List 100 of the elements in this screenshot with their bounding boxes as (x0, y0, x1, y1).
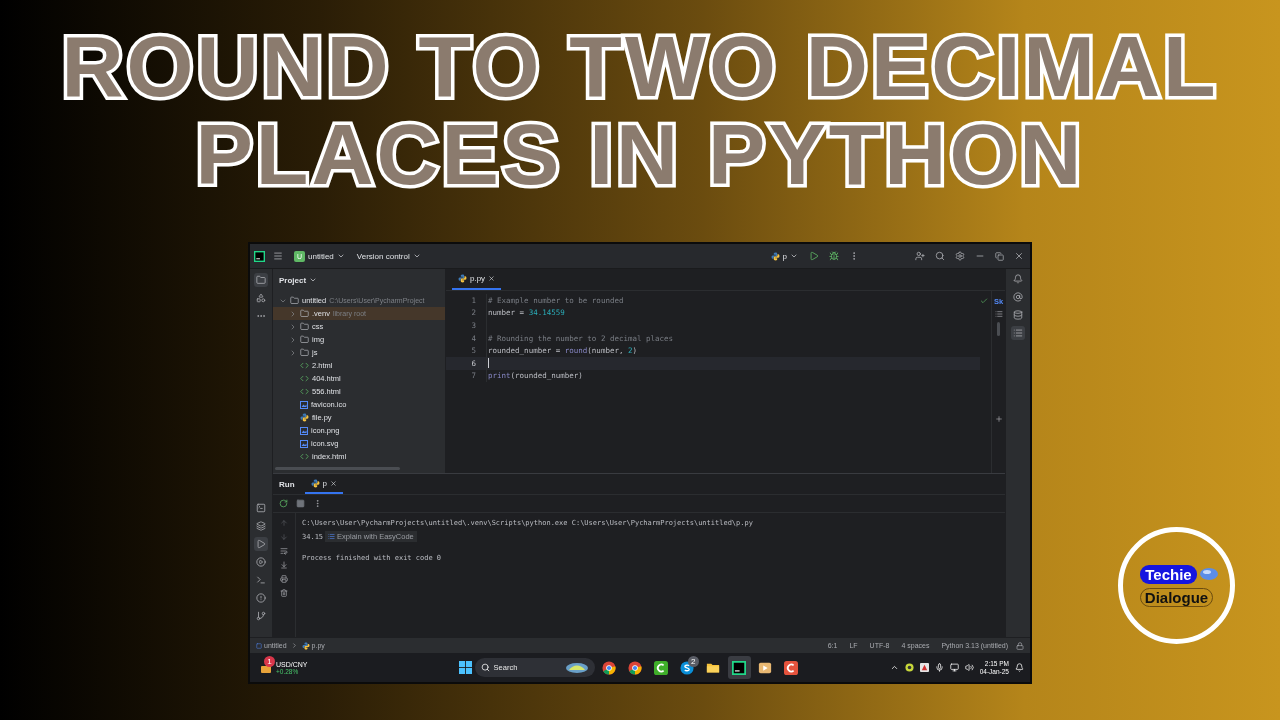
git-tool-button[interactable] (254, 609, 268, 623)
clear-button[interactable] (278, 587, 290, 599)
list-icon (994, 310, 1003, 318)
image-file-icon (300, 400, 308, 409)
services-tool-button[interactable] (254, 555, 268, 569)
play-icon (256, 539, 266, 549)
tray-app-icon[interactable] (919, 663, 929, 672)
chevron-right-icon[interactable] (289, 309, 297, 318)
image-file-icon (300, 426, 308, 435)
scroll-to-end-button[interactable] (278, 559, 290, 571)
chevron-right-icon[interactable] (289, 335, 297, 344)
list-button[interactable] (1011, 326, 1025, 340)
version-control-menu[interactable]: Version control (353, 249, 424, 263)
folder-icon (256, 275, 266, 285)
problems-tool-button[interactable] (254, 591, 268, 605)
app-icon (784, 660, 799, 675)
app-icon (654, 660, 669, 675)
chevron-down-icon (412, 252, 421, 260)
search-highlight-icon (564, 661, 589, 674)
python-icon (458, 274, 467, 283)
arrow-to-line-icon (280, 561, 288, 569)
folder-icon (300, 309, 309, 318)
lock-icon[interactable] (1016, 641, 1024, 650)
play-circle-icon (256, 557, 266, 567)
chevron-up-icon[interactable] (889, 663, 899, 672)
layers-tool-button[interactable] (254, 519, 268, 533)
browser-icon (602, 660, 617, 675)
restore-button[interactable] (993, 249, 1006, 263)
terminal-tool-button[interactable] (254, 573, 268, 587)
headline-text: PLACES IN PYTHON (195, 110, 1085, 198)
editor-tab[interactable]: p.py (452, 269, 502, 290)
restore-icon (995, 251, 1004, 261)
python-icon (301, 641, 310, 650)
menu-icon (273, 251, 283, 261)
python-icon (300, 413, 309, 422)
database-icon (1013, 310, 1023, 320)
code-file-icon (300, 361, 309, 370)
chevron-right-icon[interactable] (289, 348, 297, 357)
run-panel-title: Run (279, 478, 295, 491)
alert-icon (256, 593, 266, 603)
run-tab[interactable]: p (304, 474, 343, 494)
display-icon[interactable] (949, 663, 959, 672)
debug-button[interactable] (827, 249, 841, 263)
arrow-down-icon (280, 533, 288, 541)
run-tool-button[interactable] (254, 537, 268, 551)
code-file-icon (300, 452, 309, 461)
at-sign-icon (1013, 292, 1023, 302)
search-button[interactable] (933, 249, 947, 263)
ide-logo-icon (732, 660, 747, 675)
folder-icon (300, 348, 309, 357)
stop-button[interactable] (294, 497, 307, 510)
start-icon[interactable] (458, 661, 472, 674)
close-icon[interactable] (488, 275, 496, 282)
video-player-icon (758, 660, 773, 675)
project-panel-title[interactable]: Project (273, 269, 445, 291)
taskbar-app[interactable] (727, 656, 751, 679)
browser-icon (628, 660, 643, 675)
run-config-selector[interactable]: p (767, 249, 801, 263)
tray-app-icon[interactable] (904, 663, 914, 672)
at-sign-button[interactable] (1011, 290, 1025, 304)
run-button[interactable] (807, 249, 821, 263)
shapes-icon (256, 293, 266, 303)
chevron-right-icon[interactable] (289, 322, 297, 331)
layers-icon (256, 521, 266, 531)
soft-wrap-button[interactable] (278, 545, 290, 557)
console-icon (256, 503, 266, 513)
console-tool-button[interactable] (254, 501, 268, 515)
image-file-icon (300, 439, 308, 448)
list-icon (1013, 328, 1023, 338)
add-user-button[interactable] (913, 249, 927, 263)
notifications-button[interactable] (1011, 272, 1025, 286)
play-icon (809, 251, 819, 261)
structure-tool-button[interactable] (254, 291, 268, 305)
database-button[interactable] (1011, 308, 1025, 322)
taskbar-app[interactable]: 2 (675, 656, 699, 679)
plus-icon[interactable] (994, 415, 1003, 423)
add-user-icon (915, 251, 925, 261)
scrollbar (997, 322, 1000, 336)
search-icon (935, 251, 945, 261)
close-icon (1014, 251, 1024, 261)
rerun-icon (279, 499, 288, 508)
list-icon (328, 533, 336, 540)
close-icon[interactable] (330, 479, 337, 487)
rerun-button[interactable] (277, 497, 290, 510)
python-icon (770, 251, 780, 261)
logo-text: Techie (1140, 564, 1197, 584)
speaker-icon[interactable] (964, 663, 974, 672)
print-button[interactable] (278, 573, 290, 585)
branch-icon (256, 611, 266, 621)
menu-button[interactable] (271, 249, 285, 263)
chevron-right-icon (290, 642, 298, 649)
settings-icon (955, 251, 965, 261)
settings-button[interactable] (953, 249, 967, 263)
more-icon (313, 499, 322, 508)
bug-icon (829, 251, 839, 261)
microphone-icon[interactable] (934, 663, 944, 672)
notifications-icon[interactable] (1015, 663, 1024, 672)
project-tool-button[interactable] (254, 273, 268, 287)
printer-icon (280, 575, 288, 583)
stop-icon (296, 499, 305, 508)
